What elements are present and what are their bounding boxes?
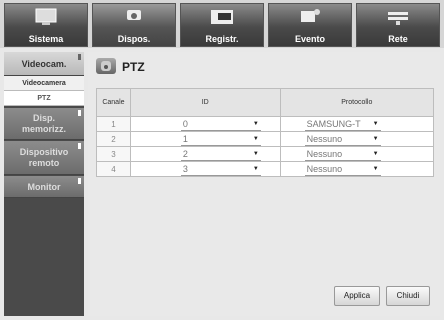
chevron-down-icon: ▼: [372, 150, 379, 157]
id-dropdown[interactable]: 3 ▼: [180, 163, 261, 176]
tab-label: Registr.: [205, 34, 239, 44]
sidebar-subitem-label: PTZ: [37, 95, 51, 102]
protocol-cell: Nessuno ▼: [279, 131, 435, 147]
sidebar-item-disp-memorizz[interactable]: Disp. memorizz.: [4, 108, 84, 140]
chevron-down-icon: ▼: [252, 120, 259, 127]
sidebar-item-videocam[interactable]: Videocam.: [4, 52, 84, 76]
sidebar-item-label: Videocam.: [21, 59, 67, 69]
id-value: 2: [182, 148, 188, 159]
chevron-down-icon: ▼: [252, 150, 259, 157]
protocol-value: SAMSUNG-T: [306, 118, 361, 129]
sidebar-subitem-videocamera[interactable]: Videocamera: [4, 76, 84, 91]
protocol-cell: Nessuno ▼: [279, 146, 435, 162]
protocol-value: Nessuno: [306, 133, 343, 144]
protocol-value: Nessuno: [306, 148, 343, 159]
column-header-channel: Canale: [96, 88, 131, 117]
protocol-dropdown[interactable]: SAMSUNG-T ▼: [304, 118, 381, 131]
tab-dispositivo[interactable]: Dispos.: [92, 3, 176, 47]
sidebar-subitem-label: Videocamera: [22, 80, 66, 87]
id-cell: 0 ▼: [129, 116, 281, 132]
ptz-camera-icon: [96, 58, 116, 74]
id-dropdown[interactable]: 1 ▼: [180, 133, 261, 146]
sidebar-item-label: Dispositivo remoto: [19, 147, 69, 168]
id-cell: 1 ▼: [129, 131, 281, 147]
chevron-down-icon: ▼: [252, 165, 259, 172]
top-tab-bar: Sistema Dispos. Registr. Evento Rete: [0, 0, 444, 48]
camera-icon: [127, 10, 141, 20]
tab-label: Sistema: [28, 34, 64, 44]
monitor-icon: [35, 8, 57, 25]
protocol-cell: SAMSUNG-T ▼: [279, 116, 435, 132]
event-icon: [301, 9, 320, 22]
tab-rete[interactable]: Rete: [356, 3, 440, 47]
channel-number: 4: [96, 161, 131, 177]
network-icon: [388, 12, 408, 25]
table-header: Canale ID Protocollo: [96, 88, 435, 117]
id-dropdown[interactable]: 2 ▼: [180, 148, 261, 161]
protocol-value: Nessuno: [306, 163, 343, 174]
close-button[interactable]: Chiudi: [386, 286, 430, 306]
id-cell: 2 ▼: [129, 146, 281, 162]
protocol-dropdown[interactable]: Nessuno ▼: [304, 133, 381, 146]
table-row: 1 0 ▼ SAMSUNG-T ▼: [96, 116, 435, 132]
sidebar-item-monitor[interactable]: Monitor: [4, 176, 84, 198]
id-value: 3: [182, 163, 188, 174]
protocol-dropdown[interactable]: Nessuno ▼: [304, 148, 381, 161]
channel-number: 3: [96, 146, 131, 162]
ptz-table: Canale ID Protocollo 1 0 ▼ SAMSUNG-T ▼ 2…: [96, 88, 435, 177]
tab-label: Dispos.: [117, 34, 151, 44]
tab-registrazione[interactable]: Registr.: [180, 3, 264, 47]
channel-number: 2: [96, 131, 131, 147]
apply-button[interactable]: Applica: [334, 286, 380, 306]
sidebar-item-dispositivo-remoto[interactable]: Dispositivo remoto: [4, 141, 84, 175]
column-header-id: ID: [129, 88, 281, 117]
tab-label: Rete: [388, 34, 408, 44]
sidebar-item-label: Disp. memorizz.: [21, 113, 66, 134]
expand-marker: [78, 143, 81, 149]
expand-marker: [78, 110, 81, 116]
id-value: 0: [182, 118, 188, 129]
chevron-down-icon: ▼: [372, 120, 379, 127]
page-title: PTZ: [122, 60, 145, 74]
channel-number: 1: [96, 116, 131, 132]
protocol-dropdown[interactable]: Nessuno ▼: [304, 163, 381, 176]
tab-label: Evento: [294, 34, 325, 44]
chevron-down-icon: ▼: [372, 135, 379, 142]
column-header-protocol: Protocollo: [279, 88, 435, 117]
protocol-cell: Nessuno ▼: [279, 161, 435, 177]
id-cell: 3 ▼: [129, 161, 281, 177]
sidebar-subitem-ptz[interactable]: PTZ: [4, 91, 84, 106]
id-value: 1: [182, 133, 188, 144]
chevron-down-icon: ▼: [252, 135, 259, 142]
sidebar: Videocam. Videocamera PTZ Disp. memorizz…: [4, 52, 84, 316]
sidebar-item-label: Monitor: [27, 182, 61, 192]
table-row: 4 3 ▼ Nessuno ▼: [96, 161, 435, 177]
chevron-down-icon: ▼: [372, 165, 379, 172]
tab-evento[interactable]: Evento: [268, 3, 352, 47]
record-icon: [211, 10, 233, 24]
expand-marker: [78, 178, 81, 184]
main-panel: PTZ Canale ID Protocollo 1 0 ▼ SAMSUNG-T…: [88, 52, 440, 316]
tab-sistema[interactable]: Sistema: [4, 3, 88, 47]
id-dropdown[interactable]: 0 ▼: [180, 118, 261, 131]
expand-marker: [78, 54, 81, 60]
table-row: 2 1 ▼ Nessuno ▼: [96, 131, 435, 147]
table-row: 3 2 ▼ Nessuno ▼: [96, 146, 435, 162]
